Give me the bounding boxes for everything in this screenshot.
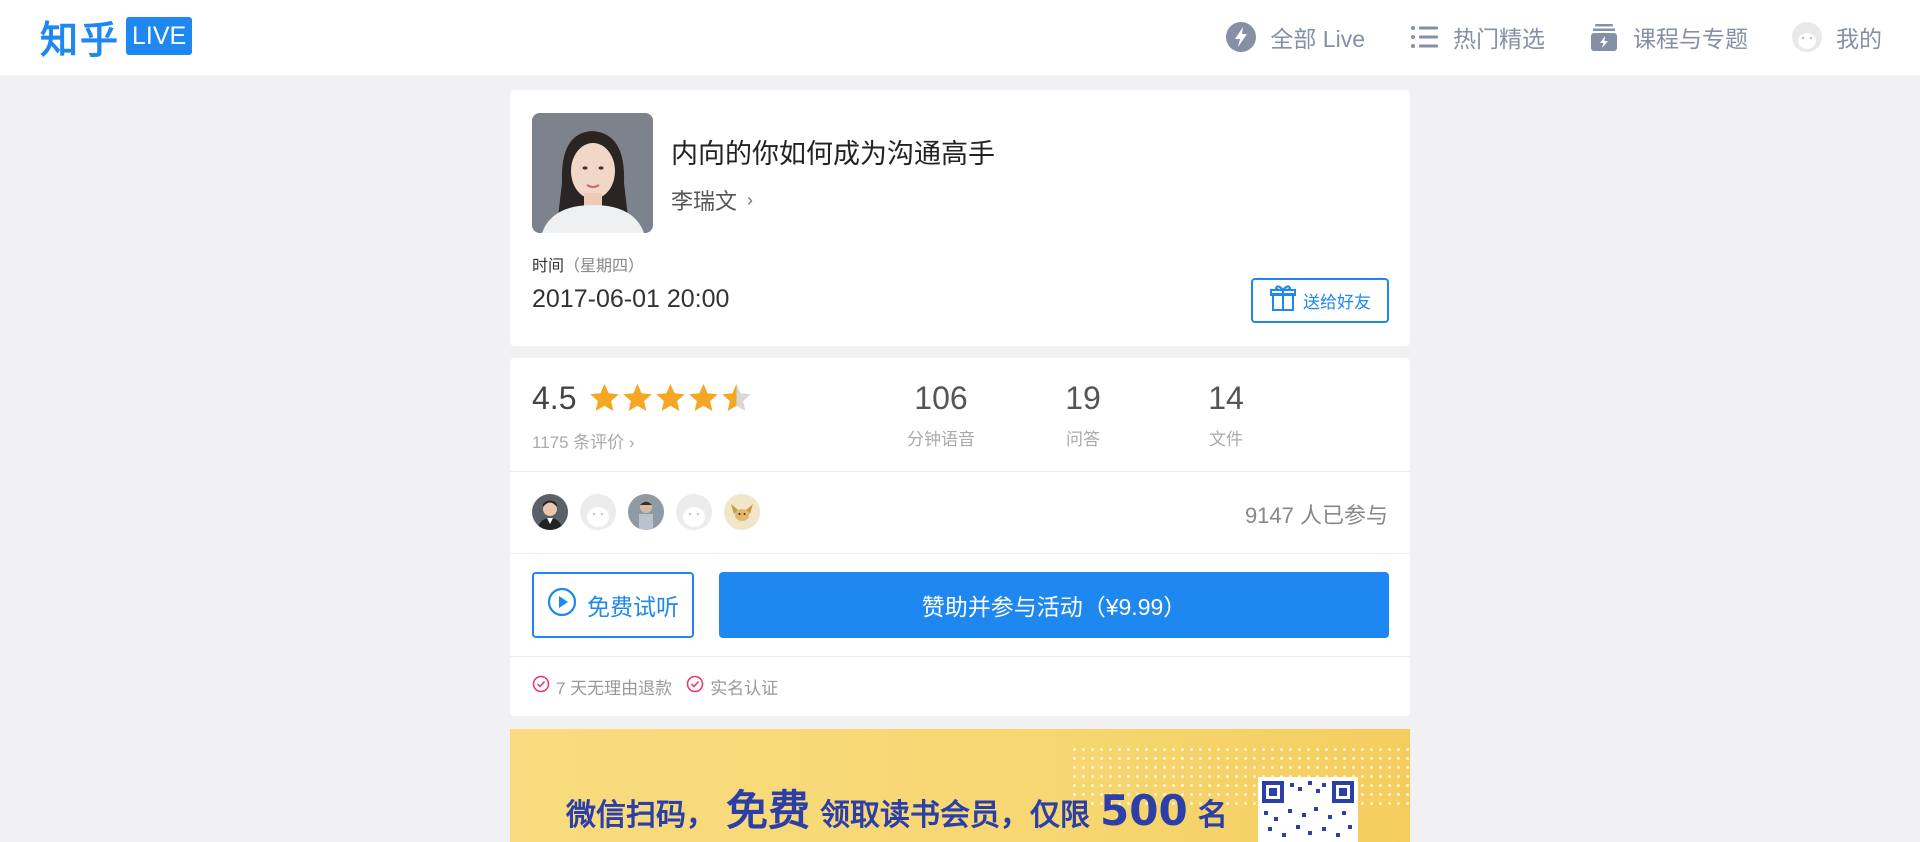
weekday: （星期四） [564,258,645,275]
speaker-avatar[interactable] [532,113,653,233]
stat-value: 14 [1208,380,1244,416]
avatar[interactable] [580,494,616,530]
avatar-icon [1790,20,1824,54]
nav-label: 全部 Live [1270,26,1365,52]
stat-value: 19 [1065,380,1101,416]
stat-minutes: 106 分钟语音 [886,380,996,450]
star-icon [588,382,621,415]
avatar[interactable] [628,494,664,530]
nav-hot-picks[interactable]: 热门精选 [1407,20,1545,54]
check-circle-icon [532,675,556,698]
logo-badge: LIVE [126,17,193,55]
review-count-link[interactable]: 1175 条评价 › [532,428,635,453]
lightning-icon [1224,20,1258,54]
avatar[interactable] [724,494,760,530]
free-trial-label: 免费试听 [587,594,679,620]
review-count: 1175 条评价 [532,433,625,452]
refund-badge: 7 天无理由退款 [532,674,672,699]
badge-label: 实名认证 [710,679,779,698]
stat-label: 问答 [1066,430,1100,449]
gift-label: 送给好友 [1303,293,1371,312]
rating-value: 4.5 [532,380,577,416]
live-info-card: 内向的你如何成为沟通高手 李瑞文 › 时间（星期四） 2017-06-01 20… [510,90,1410,346]
stat-label: 文件 [1209,430,1243,449]
stack-icon [1587,20,1621,54]
zhihu-live-logo[interactable]: 知乎 LIVE [40,14,193,62]
star-icon [621,382,654,415]
divider [510,471,1410,472]
nav-label: 热门精选 [1453,26,1545,52]
live-title: 内向的你如何成为沟通高手 [671,139,995,169]
stat-qa: 19 问答 [1028,380,1138,450]
check-circle-icon [686,675,710,698]
logo-text: 知乎 [40,17,121,62]
verified-badge: 实名认证 [686,674,778,699]
nav-label: 我的 [1836,26,1882,52]
nav-mine[interactable]: 我的 [1790,20,1882,54]
star-icon [720,382,753,415]
live-stats-card: 4.5 1175 条评价 › 106 分钟语音 19 问答 14 文件 9147… [510,358,1410,716]
main-nav: 全部 Live 热门精选 课程与专题 我的 [1224,18,1882,56]
nav-courses[interactable]: 课程与专题 [1587,20,1748,54]
sponsor-join-button[interactable]: 赞助并参与活动（¥9.99） [719,572,1389,638]
banner-part: 微信扫码， [566,798,716,833]
list-icon [1407,20,1441,54]
star-rating [588,382,753,415]
divider [510,553,1410,554]
nav-all-live[interactable]: 全部 Live [1224,20,1365,54]
gift-icon [1269,284,1303,317]
divider [510,656,1410,657]
nav-label: 课程与专题 [1633,26,1748,52]
time-value: 2017-06-01 20:00 [532,285,730,313]
free-trial-button[interactable]: 免费试听 [532,572,694,638]
rating: 4.5 [532,380,753,417]
participant-avatars[interactable] [532,494,772,530]
banner-text: 微信扫码， 免费 领取读书会员，仅限 500 名 [566,777,1228,838]
star-icon [654,382,687,415]
top-navigation-bar: 知乎 LIVE 全部 Live 热门精选 课程与专题 我的 [0,0,1920,75]
chevron-right-icon: › [629,433,635,452]
banner-part: 名 [1197,798,1228,833]
participant-count: 9147 人已参与 [1244,503,1388,528]
stat-label: 分钟语音 [907,430,975,449]
time-label-text: 时间 [532,258,565,275]
speaker-link[interactable]: 李瑞文 › [671,184,753,216]
speaker-name: 李瑞文 [671,189,738,214]
stat-files: 14 文件 [1171,380,1281,450]
promo-banner[interactable]: 微信扫码， 免费 领取读书会员，仅限 500 名 [510,729,1410,842]
guarantee-badges: 7 天无理由退款 实名认证 [532,674,792,699]
banner-part: 领取读书会员，仅限 [820,798,1091,833]
qr-code [1258,777,1358,842]
gift-button[interactable]: 送给好友 [1251,278,1389,323]
avatar[interactable] [532,494,568,530]
play-icon [547,587,587,623]
badge-label: 7 天无理由退款 [556,679,673,698]
time-label: 时间（星期四） [532,252,644,276]
stat-value: 106 [914,380,968,416]
banner-emphasis: 500 [1100,786,1188,835]
star-icon [687,382,720,415]
chevron-right-icon: › [747,189,754,210]
avatar[interactable] [676,494,712,530]
banner-emphasis: 免费 [726,786,811,835]
